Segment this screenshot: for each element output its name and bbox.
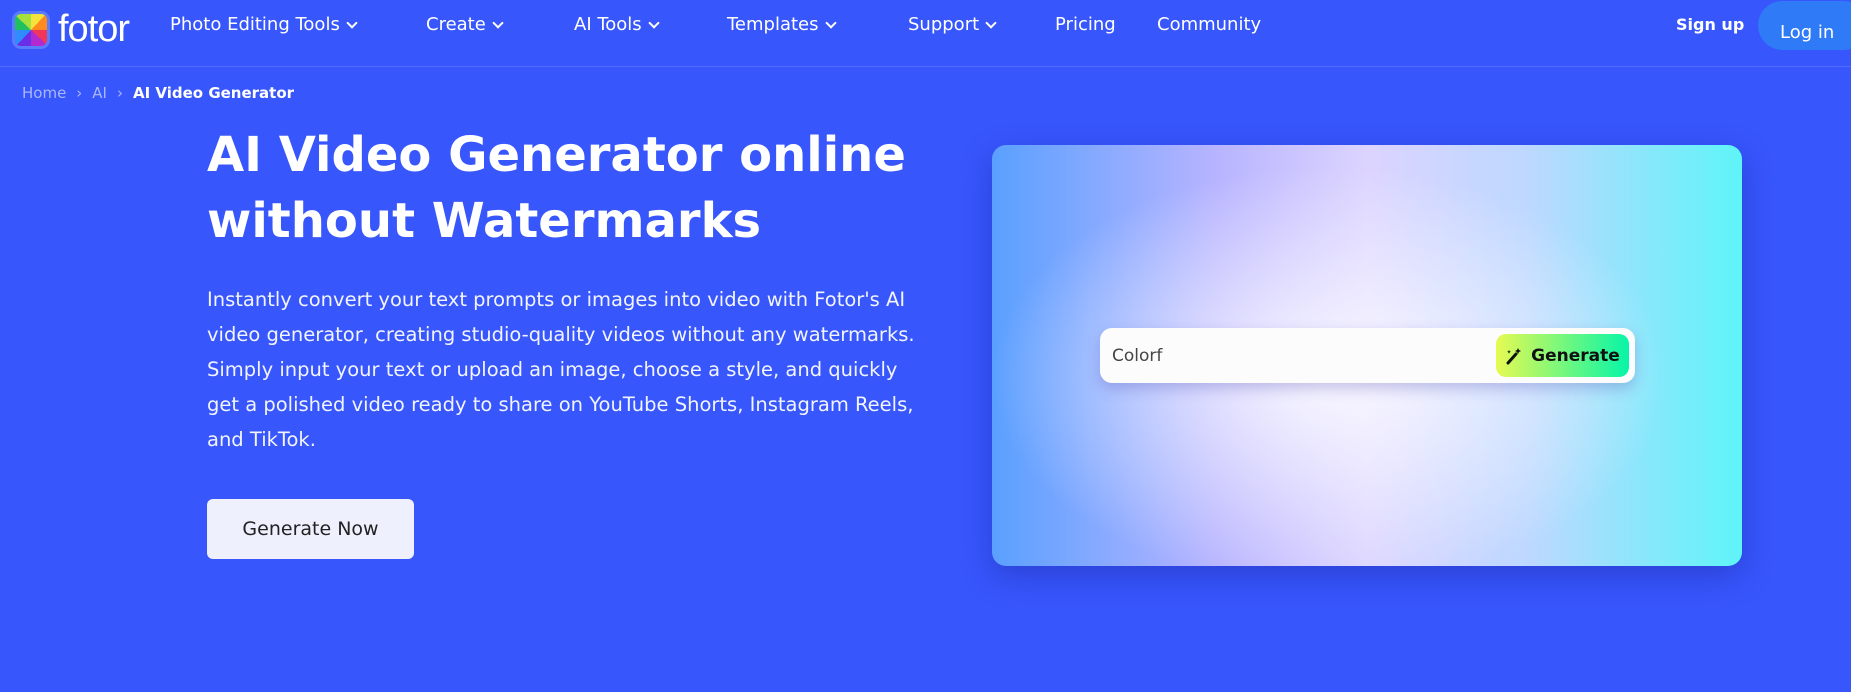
nav-pricing[interactable]: Pricing [1055, 14, 1116, 35]
chevron-down-icon [346, 16, 358, 29]
magic-wand-icon [1506, 347, 1522, 364]
chevron-right-icon: › [116, 84, 123, 102]
log-in-button[interactable]: Log in [1758, 1, 1851, 50]
breadcrumb-home[interactable]: Home [22, 84, 66, 102]
breadcrumb-current: AI Video Generator [132, 84, 295, 102]
nav-community[interactable]: Community [1157, 14, 1261, 35]
nav-label: Pricing [1055, 14, 1116, 35]
nav-create[interactable]: Create [426, 14, 504, 35]
chevron-down-icon [492, 16, 504, 29]
nav-templates[interactable]: Templates [727, 14, 837, 35]
nav-label: Create [426, 14, 486, 35]
chevron-down-icon [985, 16, 997, 29]
nav-label: Community [1157, 14, 1262, 35]
nav-photo-editing-tools[interactable]: Photo Editing Tools [170, 14, 358, 35]
hero-description: Instantly convert your text prompts or i… [207, 288, 915, 451]
nav-label: Support [908, 14, 980, 35]
chevron-right-icon: › [76, 84, 83, 102]
nav-label: Templates [727, 14, 819, 35]
nav-label: Photo Editing Tools [170, 14, 340, 35]
fotor-logo[interactable]: fotor [12, 8, 130, 51]
logo-text: fotor [58, 8, 130, 50]
generate-label: Generate [1531, 345, 1620, 366]
nav-ai-tools[interactable]: AI Tools [574, 14, 660, 35]
generate-now-button[interactable]: Generate Now [207, 499, 414, 559]
top-nav: fotor Photo Editing Tools Create AI Tool… [0, 0, 1851, 67]
demo-preview-card: Generate [992, 145, 1742, 566]
page-title: AI Video Generator online without Waterm… [207, 127, 906, 249]
nav-label: AI Tools [574, 14, 642, 35]
sign-up-link[interactable]: Sign up [1676, 15, 1744, 34]
fotor-logo-icon [12, 10, 50, 49]
prompt-bar: Generate [1100, 328, 1635, 383]
chevron-down-icon [824, 16, 837, 29]
nav-support[interactable]: Support [908, 14, 997, 35]
generate-button[interactable]: Generate [1496, 334, 1629, 377]
breadcrumb: Home › AI › AI Video Generator [22, 84, 294, 102]
chevron-down-icon [648, 16, 660, 29]
prompt-input[interactable] [1112, 328, 1492, 383]
breadcrumb-ai[interactable]: AI [92, 84, 107, 102]
